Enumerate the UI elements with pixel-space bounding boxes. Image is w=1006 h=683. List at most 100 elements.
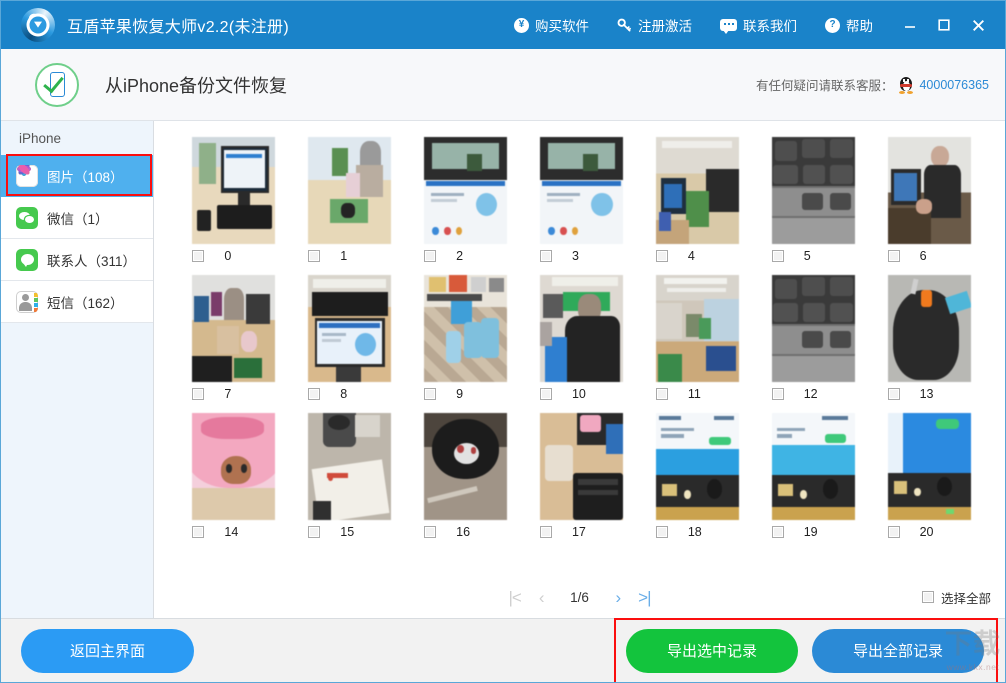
thumbnail-image[interactable] xyxy=(192,137,276,244)
thumbnail-checkbox[interactable] xyxy=(539,388,552,400)
select-all-control[interactable]: 选择全部 xyxy=(921,588,991,607)
thumbnail-cell[interactable]: 7 xyxy=(176,275,292,401)
thumbnail-image[interactable] xyxy=(192,413,276,520)
select-all-checkbox[interactable] xyxy=(921,591,934,603)
thumbnail-cell[interactable]: 5 xyxy=(755,137,871,263)
contacts-icon xyxy=(16,248,38,271)
thumbnail-checkbox[interactable] xyxy=(308,388,321,400)
thumbnail-image[interactable] xyxy=(887,275,971,382)
first-page-button[interactable]: |< xyxy=(508,589,521,606)
thumbnail-checkbox[interactable] xyxy=(655,250,668,262)
thumbnail-checkbox[interactable] xyxy=(887,526,900,538)
thumbnail-cell[interactable]: 11 xyxy=(639,275,755,401)
thumbnail-cell[interactable]: 14 xyxy=(176,413,292,539)
thumbnail-cell[interactable]: 13 xyxy=(871,275,987,401)
app-logo-icon xyxy=(21,8,55,42)
thumbnail-checkbox[interactable] xyxy=(539,250,552,262)
thumbnail-checkbox[interactable] xyxy=(539,526,552,538)
minimize-icon[interactable] xyxy=(893,1,927,49)
thumbnail-image[interactable] xyxy=(887,413,971,520)
close-icon[interactable] xyxy=(961,1,995,49)
export-all-button[interactable]: 导出全部记录 xyxy=(812,628,984,673)
thumbnail-checkbox[interactable] xyxy=(308,526,321,538)
menu-item-help[interactable]: ? 帮助 xyxy=(811,1,887,49)
thumbnail-cell[interactable]: 9 xyxy=(408,275,524,401)
thumbnail-image[interactable] xyxy=(771,275,855,382)
next-page-button[interactable]: › xyxy=(616,589,622,606)
thumbnail-image[interactable] xyxy=(655,137,739,244)
thumbnail-image[interactable] xyxy=(308,137,392,244)
thumbnail-cell[interactable]: 19 xyxy=(755,413,871,539)
thumbnail-image[interactable] xyxy=(424,413,508,520)
thumbnail-checkbox[interactable] xyxy=(192,388,205,400)
content-area: 0 1 2 3 4 5 6 7 8 9 10 11 12 13 14 15 16… xyxy=(154,121,1005,618)
thumbnail-checkbox[interactable] xyxy=(655,526,668,538)
thumbnail-checkbox[interactable] xyxy=(887,250,900,262)
thumbnail-cell[interactable]: 4 xyxy=(639,137,755,263)
thumbnail-cell[interactable]: 15 xyxy=(292,413,408,539)
support-number[interactable]: 4000076365 xyxy=(919,78,989,92)
thumbnail-checkbox[interactable] xyxy=(308,250,321,262)
thumbnail-image[interactable] xyxy=(424,275,508,382)
thumbnail-index: 5 xyxy=(803,249,811,263)
thumbnail-checkbox[interactable] xyxy=(655,388,668,400)
thumbnail-image[interactable] xyxy=(655,413,739,520)
thumbnail-cell[interactable]: 20 xyxy=(871,413,987,539)
thumbnail-image[interactable] xyxy=(424,137,508,244)
body-area: iPhone 图片（108） 微信（1） 联系人（311） 短信（162） 0 … xyxy=(1,121,1005,618)
back-to-main-button[interactable]: 返回主界面 xyxy=(21,628,194,673)
wechat-icon xyxy=(16,206,38,229)
menu-item-contact[interactable]: 联系我们 xyxy=(706,1,811,49)
thumbnail-checkbox[interactable] xyxy=(424,526,437,538)
thumbnail-image[interactable] xyxy=(887,137,971,244)
thumbnail-checkbox[interactable] xyxy=(887,388,900,400)
menu-item-contact-label: 联系我们 xyxy=(743,19,797,34)
thumbnail-checkbox[interactable] xyxy=(192,526,205,538)
export-selected-button[interactable]: 导出选中记录 xyxy=(626,628,798,673)
thumbnail-cell[interactable]: 3 xyxy=(524,137,640,263)
thumbnail-caption: 16 xyxy=(424,525,507,539)
application-window: 互盾苹果恢复大师v2.2(未注册) ¥ 购买软件 注册激活 联系我们 ? 帮助 … xyxy=(0,0,1006,683)
sidebar: iPhone 图片（108） 微信（1） 联系人（311） 短信（162） xyxy=(1,121,154,618)
thumbnail-checkbox[interactable] xyxy=(424,250,437,262)
thumbnail-image[interactable] xyxy=(539,275,623,382)
thumbnail-image[interactable] xyxy=(539,137,623,244)
sidebar-item-wechat[interactable]: 微信（1） xyxy=(1,197,153,239)
thumbnail-cell[interactable]: 6 xyxy=(871,137,987,263)
thumbnail-caption: 12 xyxy=(771,387,855,401)
sidebar-item-sms[interactable]: 短信（162） xyxy=(1,281,153,323)
menu-item-buy[interactable]: ¥ 购买软件 xyxy=(500,1,603,49)
last-page-button[interactable]: >| xyxy=(638,589,651,606)
thumbnail-cell[interactable]: 0 xyxy=(176,137,292,263)
prev-page-button[interactable]: ‹ xyxy=(539,589,545,606)
thumbnail-image[interactable] xyxy=(539,413,623,520)
thumbnail-checkbox[interactable] xyxy=(771,250,784,262)
thumbnail-cell[interactable]: 1 xyxy=(292,137,408,263)
thumbnail-image[interactable] xyxy=(655,275,739,382)
thumbnail-image[interactable] xyxy=(771,137,855,244)
menu-item-register[interactable]: 注册激活 xyxy=(603,1,706,49)
sidebar-item-contacts[interactable]: 联系人（311） xyxy=(1,239,153,281)
thumbnail-image[interactable] xyxy=(192,275,276,382)
maximize-icon[interactable] xyxy=(927,1,961,49)
sidebar-item-photos[interactable]: 图片（108） xyxy=(1,155,153,197)
thumbnail-cell[interactable]: 12 xyxy=(755,275,871,401)
thumbnail-checkbox[interactable] xyxy=(771,388,784,400)
thumbnail-image[interactable] xyxy=(308,275,392,382)
thumbnail-image[interactable] xyxy=(308,413,392,520)
thumbnail-checkbox[interactable] xyxy=(771,526,784,538)
thumbnail-caption: 13 xyxy=(887,387,971,401)
thumbnail-cell[interactable]: 8 xyxy=(292,275,408,401)
thumbnail-index: 1 xyxy=(340,249,348,263)
thumbnail-cell[interactable]: 17 xyxy=(524,413,640,539)
thumbnail-checkbox[interactable] xyxy=(424,388,437,400)
yen-circle-icon: ¥ xyxy=(514,17,529,33)
thumbnail-checkbox[interactable] xyxy=(192,250,205,262)
title-bar: 互盾苹果恢复大师v2.2(未注册) ¥ 购买软件 注册激活 联系我们 ? 帮助 xyxy=(1,1,1005,49)
thumbnail-cell[interactable]: 16 xyxy=(408,413,524,539)
thumbnail-cell[interactable]: 10 xyxy=(524,275,640,401)
thumbnail-image[interactable] xyxy=(771,413,855,520)
thumbnail-index: 8 xyxy=(340,387,348,401)
thumbnail-cell[interactable]: 18 xyxy=(639,413,755,539)
thumbnail-cell[interactable]: 2 xyxy=(408,137,524,263)
